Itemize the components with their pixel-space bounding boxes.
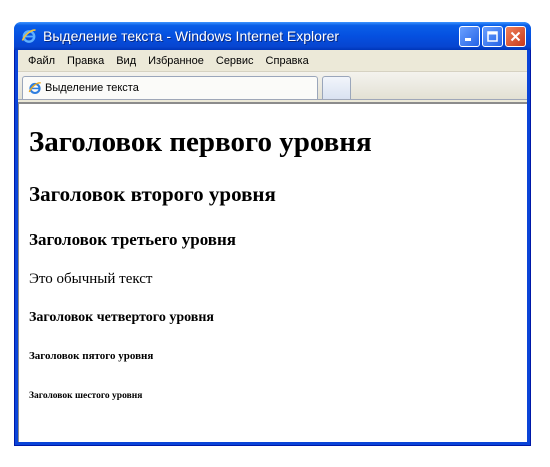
tab-label: Выделение текста bbox=[45, 82, 139, 94]
new-tab-button[interactable] bbox=[322, 76, 351, 99]
menu-favorites[interactable]: Избранное bbox=[142, 53, 210, 69]
heading-level-5: Заголовок пятого уровня bbox=[29, 350, 154, 362]
window-client-area: Файл Правка Вид Избранное Сервис Справка… bbox=[18, 50, 527, 442]
menu-bar: Файл Правка Вид Избранное Сервис Справка bbox=[18, 50, 527, 72]
maximize-button[interactable] bbox=[482, 25, 503, 47]
tab-active[interactable]: Выделение текста bbox=[22, 76, 318, 99]
close-icon bbox=[510, 31, 521, 41]
menu-tools[interactable]: Сервис bbox=[210, 53, 260, 69]
maximize-icon bbox=[487, 30, 498, 42]
minimize-button[interactable] bbox=[459, 25, 480, 47]
heading-level-6: Заголовок шестого уровня bbox=[29, 391, 143, 401]
ie-icon bbox=[27, 80, 43, 96]
heading-level-2: Заголовок второго уровня bbox=[29, 182, 276, 206]
browser-window: Выделение текста - Windows Internet Expl… bbox=[14, 22, 531, 446]
heading-level-1: Заголовок первого уровня bbox=[29, 126, 372, 158]
menu-file[interactable]: Файл bbox=[22, 53, 61, 69]
heading-level-4: Заголовок четвертого уровня bbox=[29, 310, 214, 325]
menu-view[interactable]: Вид bbox=[110, 53, 142, 69]
menu-edit[interactable]: Правка bbox=[61, 53, 110, 69]
menu-help[interactable]: Справка bbox=[260, 53, 315, 69]
heading-level-3: Заголовок третьего уровня bbox=[29, 230, 236, 249]
ie-icon bbox=[20, 27, 38, 45]
page-content: Заголовок первого уровня Заголовок второ… bbox=[18, 102, 527, 442]
window-title: Выделение текста - Windows Internet Expl… bbox=[43, 28, 340, 44]
minimize-icon bbox=[465, 37, 471, 41]
close-button[interactable] bbox=[505, 25, 526, 47]
paragraph-text: Это обычный текст bbox=[29, 271, 153, 287]
tab-bar: Выделение текста bbox=[18, 72, 527, 100]
title-bar[interactable]: Выделение текста - Windows Internet Expl… bbox=[14, 22, 531, 50]
